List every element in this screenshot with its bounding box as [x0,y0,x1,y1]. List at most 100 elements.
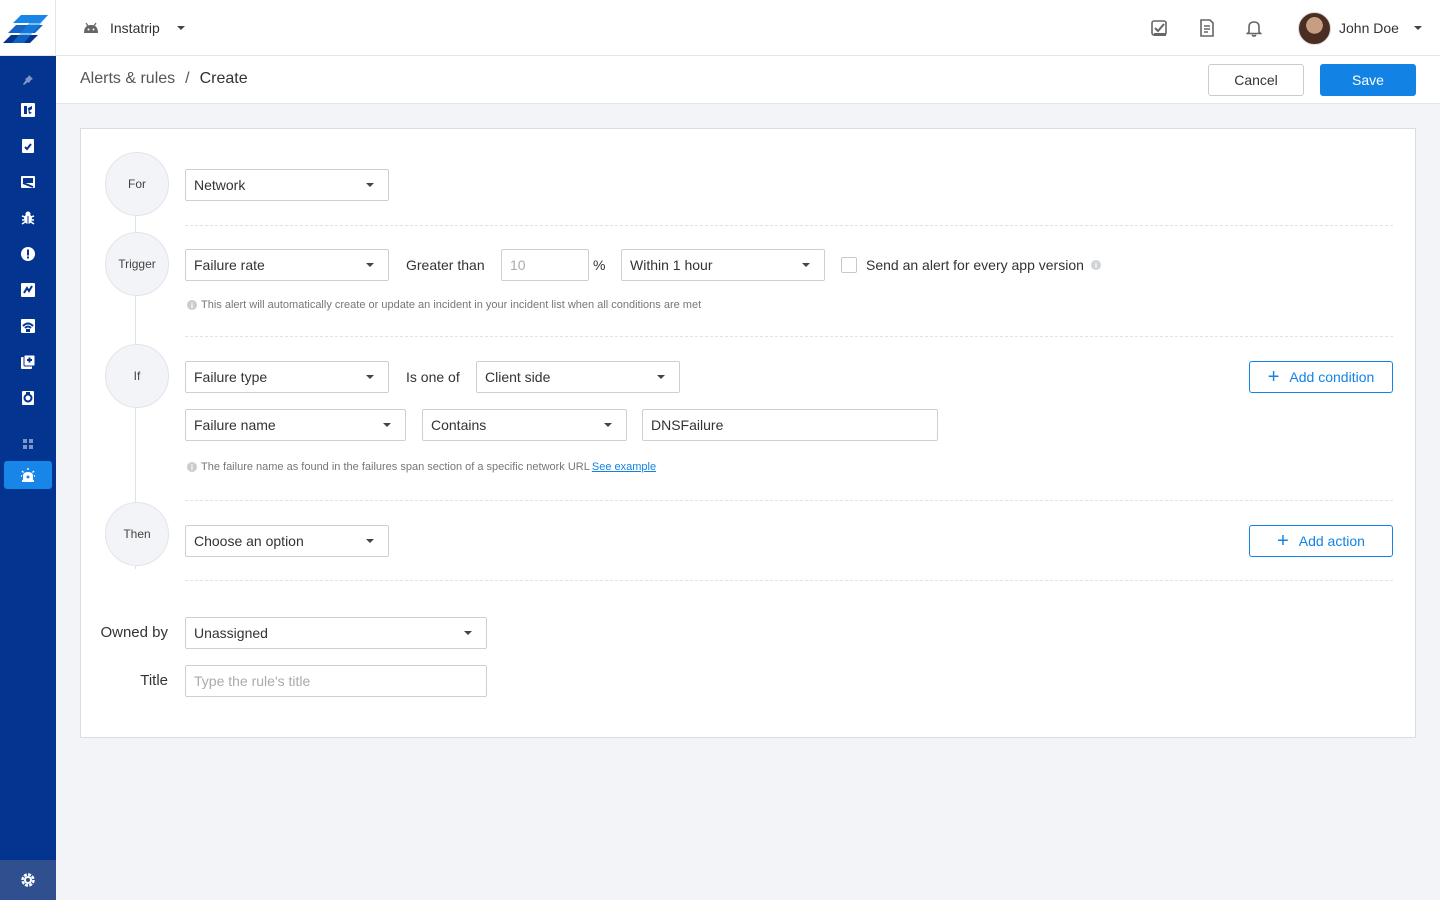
releases-icon [21,354,36,369]
caret-down-icon [383,423,391,427]
docs-button[interactable] [1195,16,1219,40]
notifications-button[interactable] [1242,16,1266,40]
bell-icon [1246,21,1262,37]
inbox-icon [21,176,35,188]
plus-icon: + [1277,530,1289,552]
condition2-value-input[interactable] [642,409,938,441]
divider [185,225,1393,226]
for-select-value: Network [194,177,246,193]
sidebar-item-alerts[interactable] [4,461,52,489]
for-select[interactable]: Network [185,169,389,201]
info-icon: i [187,462,197,472]
apps-grid-icon [23,439,33,449]
network-icon [21,319,35,333]
info-icon: i [187,300,197,310]
trigger-hint-text: This alert will automatically create or … [201,299,702,311]
add-action-label: Add action [1298,533,1365,549]
gear-icon [21,873,35,887]
time-window-value: Within 1 hour [630,257,713,273]
trigger-hint: i This alert will automatically create o… [187,299,701,311]
sidebar-item-inbox[interactable] [4,168,52,196]
top-header: Instatrip John Doe [56,0,1440,56]
divider [185,500,1393,501]
chevron-down-icon [1413,26,1422,30]
condition2-field-value: Failure name [194,417,276,433]
sidebar-item-pin[interactable] [4,66,52,94]
divider [185,580,1393,581]
tasks-button[interactable] [1147,16,1171,40]
trigger-metric-value: Failure rate [194,257,265,273]
user-menu[interactable]: John Doe [1298,11,1423,45]
if-hint: i The failure name as found in the failu… [187,461,656,473]
info-icon[interactable]: i [1091,260,1101,270]
cancel-button[interactable]: Cancel [1208,64,1304,96]
caret-down-icon [802,263,810,267]
checklist-icon [1151,20,1167,36]
condition2-operator-value: Contains [431,417,487,433]
dashboard-icon [21,103,35,117]
divider [185,336,1393,337]
page-header: Alerts & rules / Create Cancel Save [56,56,1440,104]
condition1-field-value: Failure type [194,369,268,385]
action-select-value: Choose an option [194,533,304,549]
caret-down-icon [366,375,374,379]
caret-down-icon [657,375,665,379]
sidebar [0,0,56,900]
add-condition-button[interactable]: + Add condition [1249,361,1393,393]
owner-select-value: Unassigned [194,625,268,641]
condition1-field-select[interactable]: Failure type [185,361,389,393]
apm-icon [21,283,35,297]
add-action-button[interactable]: + Add action [1249,525,1393,557]
title-label: Title [140,672,168,689]
caret-down-icon [366,183,374,187]
sidebar-item-apm[interactable] [4,276,52,304]
sidebar-item-network[interactable] [4,312,52,340]
time-window-select[interactable]: Within 1 hour [621,249,825,281]
caret-down-icon [604,423,612,427]
every-version-label: Send an alert for every app version [866,257,1084,273]
condition2-field-select[interactable]: Failure name [185,409,406,441]
save-button[interactable]: Save [1320,64,1416,96]
logo-icon [3,15,48,43]
condition1-value-select[interactable]: Client side [476,361,680,393]
logo[interactable] [0,0,56,56]
page-title: Create [199,70,248,87]
breadcrumb: Alerts & rules / Create [80,70,248,88]
bug-icon [21,211,35,225]
owned-by-label: Owned by [100,624,168,641]
step-then: Then [105,502,169,566]
document-icon [1200,19,1214,37]
threshold-input[interactable] [501,249,589,281]
step-for: For [105,152,169,216]
if-hint-text: The failure name as found in the failure… [201,461,590,473]
crash-icon [21,247,35,261]
avatar [1298,11,1331,45]
app-name: Instatrip [110,20,160,36]
sidebar-item-apps[interactable] [4,430,52,458]
trigger-metric-select[interactable]: Failure rate [185,249,389,281]
every-version-checkbox[interactable] [841,257,857,273]
step-if: If [105,344,169,408]
see-example-link[interactable]: See example [592,461,656,473]
step-trigger: Trigger [105,232,169,296]
settings-button[interactable] [0,860,56,900]
caret-down-icon [366,263,374,267]
sidebar-item-reports[interactable] [4,132,52,160]
sidebar-item-surveys[interactable] [4,384,52,412]
caret-down-icon [464,631,472,635]
sidebar-item-bugs[interactable] [4,204,52,232]
owner-select[interactable]: Unassigned [185,617,487,649]
breadcrumb-parent[interactable]: Alerts & rules [80,70,175,88]
title-input[interactable] [185,665,487,697]
user-name: John Doe [1339,20,1399,36]
chevron-down-icon [176,26,185,30]
caret-down-icon [366,539,374,543]
sidebar-item-crashes[interactable] [4,240,52,268]
app-switcher[interactable]: Instatrip [82,16,186,40]
sidebar-item-releases[interactable] [4,348,52,376]
condition2-operator-select[interactable]: Contains [422,409,627,441]
sidebar-item-dashboard[interactable] [4,96,52,124]
threshold-unit: % [593,257,606,273]
action-select[interactable]: Choose an option [185,525,389,557]
surveys-icon [22,391,34,405]
